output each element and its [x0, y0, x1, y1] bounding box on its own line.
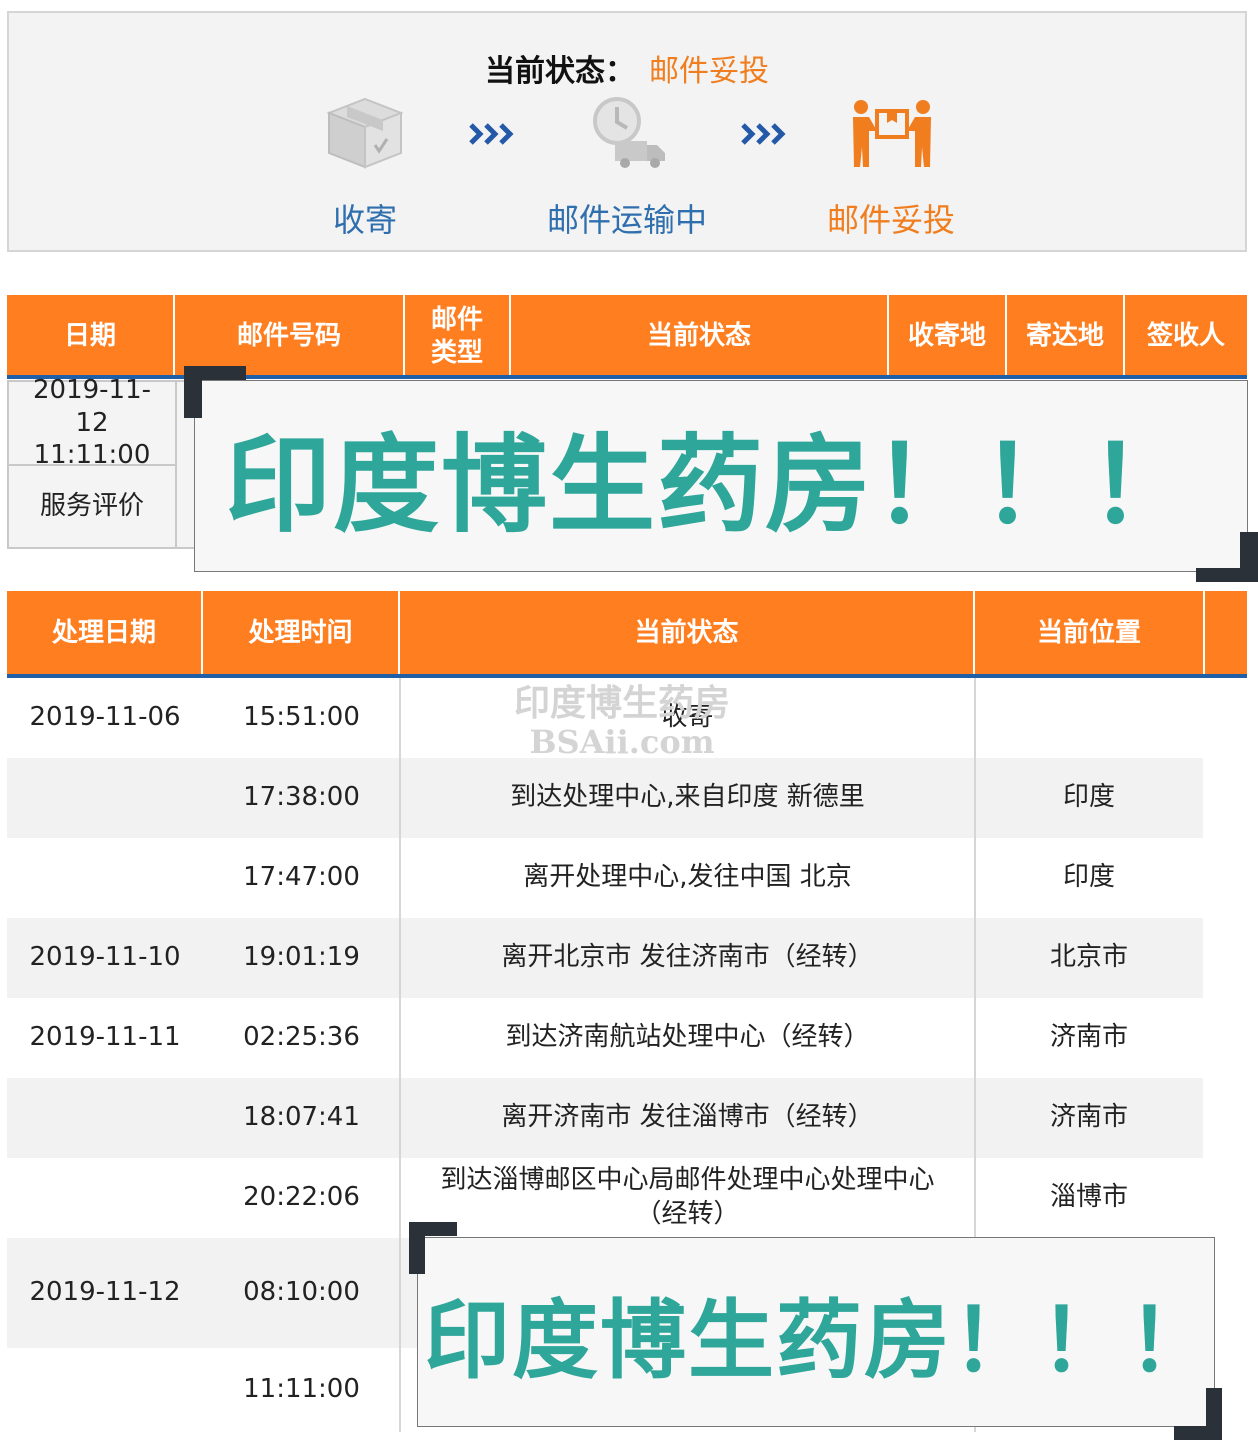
- row-status: 到达济南航站处理中心（经转）: [505, 1022, 870, 1053]
- chevrons-right-icon: [741, 123, 786, 145]
- ad-corner-mark: [409, 1222, 425, 1274]
- chevrons-right-icon: [469, 123, 514, 145]
- header-extra: [1205, 591, 1247, 675]
- row-status: 离开北京市 发往济南市（经转）: [501, 942, 874, 973]
- row-status: 离开济南市 发往淄博市（经转）: [501, 1102, 874, 1133]
- header-process-time: 处理时间: [203, 591, 400, 675]
- handover-icon: [853, 100, 931, 167]
- ad-corner-mark: [1206, 1388, 1222, 1440]
- ad-banner-text: 印度博生药房！！！: [225, 424, 1197, 547]
- row-time: 11:11:00: [243, 1374, 360, 1405]
- row-status: 到达处理中心,来自印度 新德里: [510, 782, 865, 813]
- row-status: 离开处理中心,发往中国 北京: [523, 862, 852, 893]
- box-icon: [326, 97, 404, 169]
- table-row: 17:47:00 离开处理中心,发往中国 北京 印度: [7, 838, 1203, 918]
- row-status: 收寄: [661, 702, 714, 733]
- row-location: 印度: [1062, 782, 1115, 813]
- step-label-delivered: 邮件妥投: [826, 201, 955, 239]
- row-location: 淄博市: [1049, 1182, 1128, 1213]
- table-row: 17:38:00 到达处理中心,来自印度 新德里 印度: [7, 758, 1203, 838]
- row-time: 19:01:19: [243, 942, 360, 973]
- row-time: 08:10:00: [243, 1277, 360, 1308]
- row-time: 18:07:41: [243, 1102, 360, 1133]
- table-row: 2019-11-11 02:25:36 到达济南航站处理中心（经转） 济南市: [7, 998, 1203, 1078]
- header-mail-type: 邮件类型: [405, 295, 511, 378]
- ad-banner[interactable]: 印度博生药房！！！: [194, 380, 1248, 572]
- ad-banner-text: 印度博生药房！！！: [424, 1290, 1215, 1391]
- row-status: 到达淄博邮区中心局邮件处理中心处理中心（经转）: [440, 1165, 935, 1229]
- header-signer: 签收人: [1125, 295, 1247, 378]
- header-process-date: 处理日期: [7, 591, 203, 675]
- row-date: 2019-11-10: [29, 942, 181, 973]
- header-origin: 收寄地: [889, 295, 1007, 378]
- row-time: 15:51:00: [243, 702, 360, 733]
- ad-corner-mark: [184, 366, 202, 418]
- row-date: [7, 1078, 203, 1158]
- row-location: 北京市: [1049, 942, 1128, 973]
- current-status-line: 当前状态： 邮件妥投: [9, 46, 1245, 90]
- ad-corner-mark: [1240, 532, 1258, 582]
- row-date: 2019-11-12: [29, 1277, 181, 1308]
- row-time: 02:25:36: [243, 1022, 360, 1053]
- service-rating-link[interactable]: 服务评价: [7, 464, 177, 549]
- header-current-status: 当前状态: [511, 295, 889, 378]
- status-panel: 当前状态： 邮件妥投 收寄 邮件运输中 邮件妥投: [7, 11, 1247, 252]
- current-status-label: 当前状态：: [485, 54, 635, 89]
- row-date: [7, 838, 203, 918]
- column-divider: [399, 678, 401, 1432]
- row-time: 17:47:00: [243, 862, 360, 893]
- row-date: 2019-11-11: [29, 1022, 181, 1053]
- table-row: 2019-11-06 15:51:00 收寄: [7, 678, 1203, 758]
- header-track-status: 当前状态: [400, 591, 975, 675]
- current-status-value: 邮件妥投: [649, 54, 769, 89]
- row-time: 17:38:00: [243, 782, 360, 813]
- step-label-in-transit: 邮件运输中: [546, 201, 707, 239]
- table-row: 20:22:06 到达淄博邮区中心局邮件处理中心处理中心（经转） 淄博市: [7, 1158, 1203, 1238]
- ad-banner[interactable]: 印度博生药房！！！: [417, 1237, 1215, 1427]
- row-location: 济南市: [1049, 1022, 1128, 1053]
- table-row: 2019-11-10 19:01:19 离开北京市 发往济南市（经转） 北京市: [7, 918, 1203, 998]
- row-location: [975, 678, 1203, 758]
- row-location: 印度: [1062, 862, 1115, 893]
- parcel-date-cell: 2019-11-12 11:11:00: [7, 375, 177, 470]
- row-date: 2019-11-06: [29, 702, 181, 733]
- header-destination: 寄达地: [1007, 295, 1125, 378]
- delivery-truck-icon: [593, 97, 665, 168]
- header-current-location: 当前位置: [975, 591, 1205, 675]
- row-date: [7, 758, 203, 838]
- header-date: 日期: [7, 295, 175, 378]
- step-label-received: 收寄: [332, 201, 397, 239]
- row-time: 20:22:06: [243, 1182, 360, 1213]
- table-row: 18:07:41 离开济南市 发往淄博市（经转） 济南市: [7, 1078, 1203, 1158]
- row-date: [7, 1158, 203, 1238]
- row-location: 济南市: [1049, 1102, 1128, 1133]
- row-date: [7, 1348, 203, 1432]
